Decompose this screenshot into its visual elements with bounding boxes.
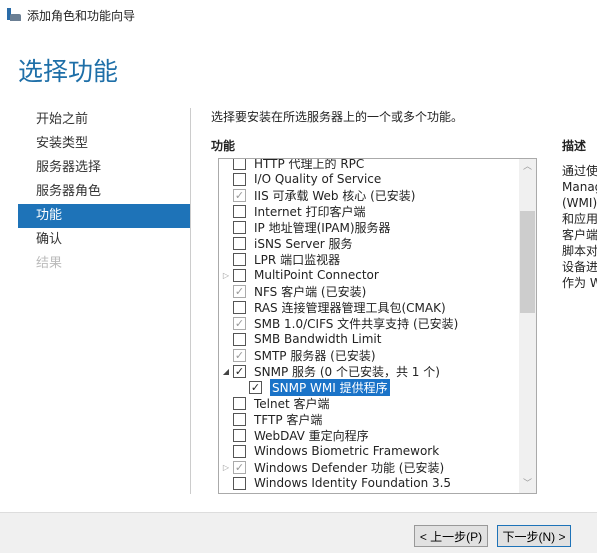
feature-checkbox[interactable]: [233, 332, 246, 346]
nav-item[interactable]: 安装类型: [18, 132, 190, 156]
feature-checkbox[interactable]: [233, 444, 246, 458]
feature-checkbox[interactable]: [233, 300, 246, 314]
description-line: Manag: [562, 180, 597, 194]
feature-item[interactable]: WebDAV 重定向程序: [219, 427, 519, 443]
feature-checkbox[interactable]: ✓: [233, 188, 246, 202]
feature-item[interactable]: Windows Identity Foundation 3.5: [219, 475, 519, 491]
feature-label: IP 地址管理(IPAM)服务器: [254, 220, 391, 235]
feature-label: IIS 可承载 Web 核心 (已安装): [254, 188, 416, 203]
description-header: 描述: [562, 139, 587, 153]
nav-item[interactable]: 服务器选择: [18, 156, 190, 180]
feature-item[interactable]: TFTP 客户端: [219, 411, 519, 427]
feature-label: I/O Quality of Service: [254, 172, 382, 186]
feature-label: SNMP 服务 (0 个已安装，共 1 个): [254, 364, 440, 379]
feature-label: Windows Biometric Framework: [254, 444, 440, 458]
feature-label: Windows Defender 功能 (已安装): [254, 460, 445, 475]
divider: [190, 108, 191, 494]
next-button[interactable]: 下一步(N) >: [497, 525, 571, 547]
feature-checkbox[interactable]: [233, 428, 246, 442]
nav-item: 结果: [36, 256, 63, 271]
scroll-thumb[interactable]: [520, 211, 535, 313]
feature-checkbox[interactable]: [233, 412, 246, 426]
feature-label: SMB 1.0/CIFS 文件共享支持 (已安装): [254, 316, 459, 331]
feature-label: SNMP WMI 提供程序: [270, 378, 390, 396]
feature-checkbox[interactable]: ✓: [233, 316, 246, 330]
feature-checkbox[interactable]: [233, 159, 246, 170]
feature-item[interactable]: HTTP 代理上的 RPC: [219, 158, 519, 171]
instruction-text: 选择要安装在所选服务器上的一个或多个功能。: [211, 110, 464, 124]
feature-label: LPR 端口监视器: [254, 252, 341, 267]
feature-label: HTTP 代理上的 RPC: [254, 158, 365, 171]
feature-item[interactable]: IP 地址管理(IPAM)服务器: [219, 219, 519, 235]
feature-item[interactable]: iSNS Server 服务: [219, 235, 519, 251]
feature-checkbox[interactable]: [233, 236, 246, 250]
collapse-icon[interactable]: ◢: [219, 367, 233, 376]
feature-checkbox[interactable]: [233, 252, 246, 266]
feature-checkbox[interactable]: ✓: [233, 348, 246, 362]
feature-item[interactable]: Internet 打印客户端: [219, 203, 519, 219]
feature-item[interactable]: LPR 端口监视器: [219, 251, 519, 267]
feature-label: SMTP 服务器 (已安装): [254, 348, 376, 363]
window-title: 添加角色和功能向导: [27, 8, 136, 23]
feature-item[interactable]: ◢ ✓ SNMP 服务 (0 个已安装，共 1 个): [219, 363, 519, 379]
feature-label: Telnet 客户端: [254, 396, 330, 411]
nav-item[interactable]: 服务器角色: [18, 180, 190, 204]
feature-item[interactable]: ✓ SMB 1.0/CIFS 文件共享支持 (已安装): [219, 315, 519, 331]
nav-item[interactable]: 功能: [18, 204, 190, 228]
feature-item[interactable]: I/O Quality of Service: [219, 171, 519, 187]
description-line: 和应用: [562, 212, 597, 226]
description-text: 通过使 Manag (WMI) 和应用客户端脚本对设备进作为 W: [562, 163, 597, 291]
scrollbar[interactable]: ︿ ﹀: [519, 159, 536, 493]
feature-label: SMB Bandwidth Limit: [254, 332, 382, 346]
feature-checkbox[interactable]: ✓: [249, 380, 262, 394]
features-tree[interactable]: HTTP 代理上的 RPC I/O Quality of Service ✓ IIS …: [218, 158, 537, 494]
feature-item[interactable]: ▷ MultiPoint Connector: [219, 267, 519, 283]
feature-checkbox[interactable]: ✓: [233, 460, 246, 474]
description-line: 设备进: [562, 260, 597, 274]
feature-label: NFS 客户端 (已安装): [254, 284, 367, 299]
description-line: 客户端: [562, 228, 597, 242]
feature-checkbox[interactable]: ✓: [233, 364, 246, 378]
feature-label: RAS 连接管理器管理工具包(CMAK): [254, 300, 446, 315]
expand-icon[interactable]: ▷: [219, 463, 233, 472]
feature-item[interactable]: ✓ SMTP 服务器 (已安装): [219, 347, 519, 363]
wizard-nav: 开始之前 安装类型 服务器选择 服务器角色 功能 确认结果: [18, 108, 190, 276]
feature-item[interactable]: SMB Bandwidth Limit: [219, 331, 519, 347]
feature-item[interactable]: Windows Biometric Framework: [219, 443, 519, 459]
feature-label: Internet 打印客户端: [254, 204, 366, 219]
scroll-down-icon[interactable]: ﹀: [519, 476, 536, 493]
feature-checkbox[interactable]: [233, 172, 246, 186]
feature-label: iSNS Server 服务: [254, 236, 353, 251]
feature-item[interactable]: ✓ SNMP WMI 提供程序: [219, 378, 519, 396]
feature-label: TFTP 客户端: [254, 412, 323, 427]
nav-item[interactable]: 确认: [18, 228, 190, 252]
feature-checkbox[interactable]: [233, 476, 246, 490]
description-line: 脚本对: [562, 244, 597, 258]
title-bar: 添加角色和功能向导: [0, 0, 597, 30]
scroll-up-icon[interactable]: ︿: [519, 159, 536, 176]
feature-label: Windows Identity Foundation 3.5: [254, 476, 452, 490]
description-line: 作为 W: [562, 276, 597, 290]
feature-checkbox[interactable]: [233, 220, 246, 234]
description-line: (WMI): [562, 196, 597, 210]
description-line: 通过使: [562, 164, 597, 178]
feature-item[interactable]: ✓ IIS 可承载 Web 核心 (已安装): [219, 187, 519, 203]
feature-item[interactable]: RAS 连接管理器管理工具包(CMAK): [219, 299, 519, 315]
feature-label: MultiPoint Connector: [254, 268, 379, 282]
feature-checkbox[interactable]: ✓: [233, 284, 246, 298]
server-manager-icon: [7, 8, 21, 22]
feature-checkbox[interactable]: [233, 204, 246, 218]
expand-icon[interactable]: ▷: [219, 271, 233, 280]
feature-item[interactable]: ▷ ✓ Windows Defender 功能 (已安装): [219, 459, 519, 475]
features-header: 功能: [211, 139, 236, 153]
previous-button[interactable]: < 上一步(P): [414, 525, 488, 547]
feature-item[interactable]: ✓ NFS 客户端 (已安装): [219, 283, 519, 299]
feature-label: WebDAV 重定向程序: [254, 428, 369, 443]
page-title: 选择功能: [18, 57, 119, 86]
feature-item[interactable]: Telnet 客户端: [219, 395, 519, 411]
feature-checkbox[interactable]: [233, 396, 246, 410]
feature-checkbox[interactable]: [233, 268, 246, 282]
nav-item[interactable]: 开始之前: [18, 108, 190, 132]
